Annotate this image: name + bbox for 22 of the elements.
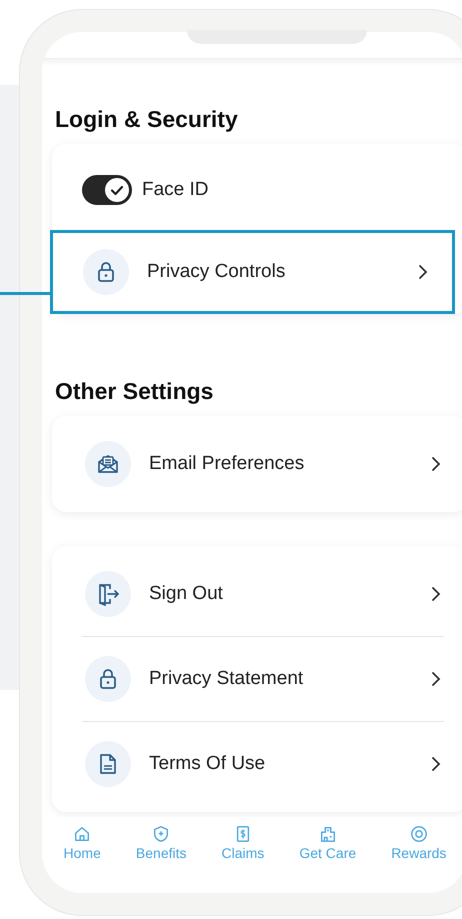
face-id-toggle[interactable] <box>82 175 132 205</box>
check-icon <box>104 177 130 203</box>
settings-row[interactable]: Email Preferences <box>52 422 462 506</box>
chevron-icon <box>418 264 428 280</box>
badge-icon <box>410 825 428 843</box>
envelope-icon <box>96 452 120 476</box>
chevron-icon <box>431 671 441 687</box>
hospital-icon <box>318 825 337 843</box>
section-heading: Login & Security <box>55 105 239 134</box>
settings-row[interactable]: Sign Out <box>52 552 462 636</box>
settings-row[interactable]: Privacy Statement <box>52 637 462 721</box>
toggle-label: Face ID <box>142 179 209 201</box>
section-heading: Other Settings <box>55 377 214 406</box>
shield-icon <box>152 825 170 843</box>
sign-out-icon <box>96 582 120 606</box>
chevron-icon <box>431 456 441 472</box>
settings-row[interactable]: Privacy Controls <box>50 230 455 314</box>
home-icon <box>73 825 92 843</box>
leader-line <box>0 292 50 295</box>
chevron-icon <box>431 586 441 602</box>
chevron-icon <box>431 756 441 772</box>
settings-row[interactable]: Terms Of Use <box>52 722 462 806</box>
